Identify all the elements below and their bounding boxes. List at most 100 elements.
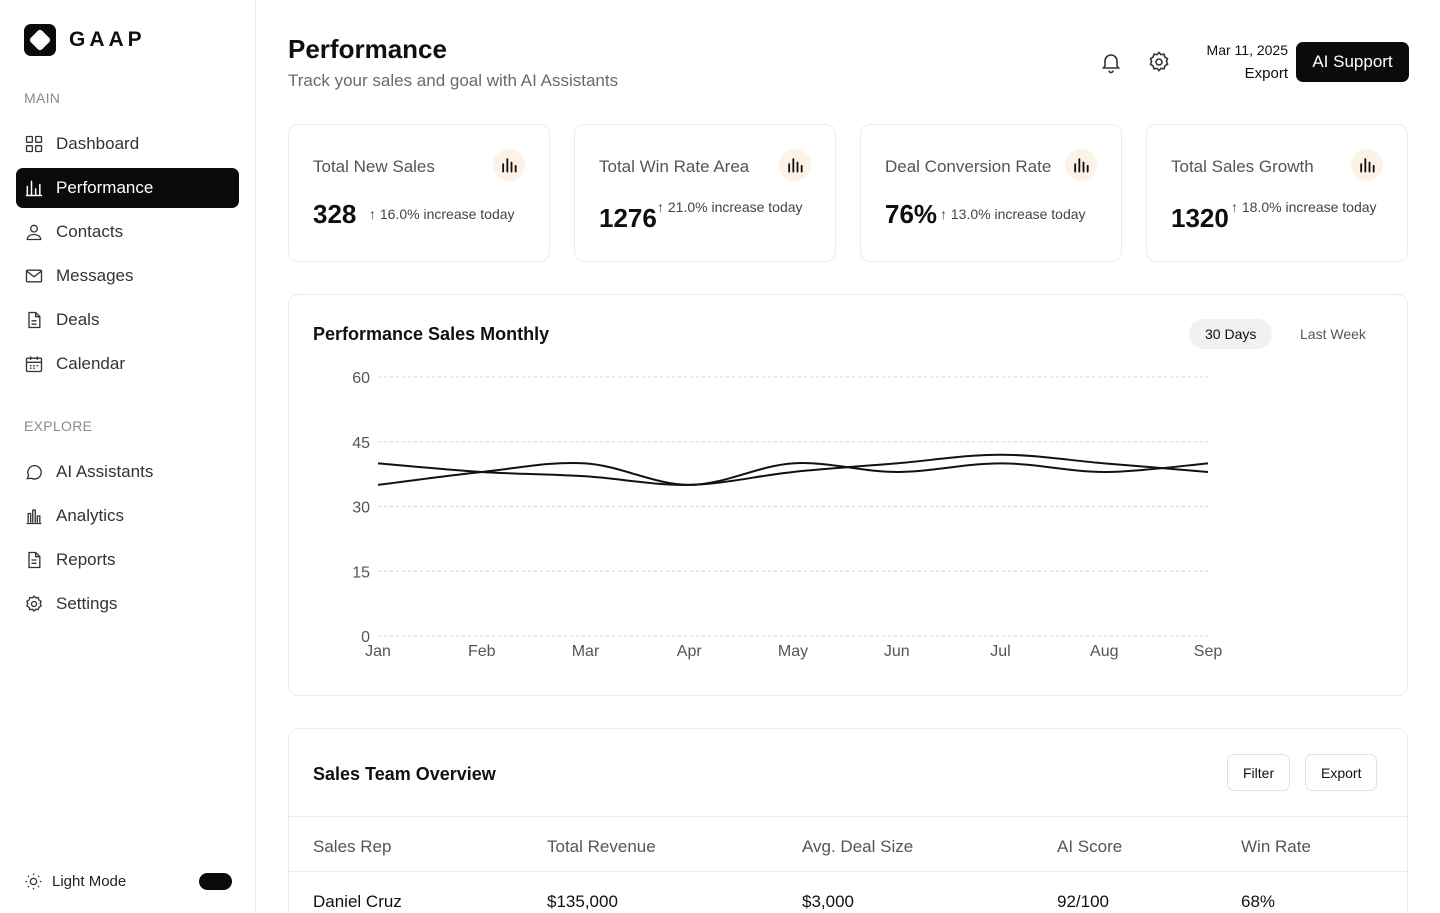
- ai-support-button[interactable]: AI Support: [1296, 42, 1409, 82]
- sun-icon: [25, 873, 42, 890]
- column-header-avg-deal-size[interactable]: Avg. Deal Size: [802, 837, 913, 857]
- sidebar-item-messages[interactable]: Messages: [16, 256, 239, 296]
- report-icon: [28, 551, 41, 569]
- stat-card-delta: ↑ 13.0% increase today: [940, 204, 1086, 224]
- logo[interactable]: GAAP: [24, 24, 146, 56]
- stat-card-delta: ↑ 21.0% increase today: [657, 197, 807, 217]
- logo-text: GAAP: [69, 28, 146, 51]
- table-cell-total-revenue: $135,000: [547, 892, 618, 911]
- theme-switcher: Light Mode: [24, 872, 232, 891]
- gear-icon[interactable]: [1147, 50, 1171, 74]
- table-cell-avg-deal-size: $3,000: [802, 892, 854, 911]
- theme-toggle[interactable]: [199, 873, 232, 890]
- bar-chart-icon: [779, 149, 811, 181]
- sidebar-item-deals[interactable]: Deals: [16, 300, 239, 340]
- x-tick-label: Feb: [468, 643, 496, 660]
- sidebar-item-contacts[interactable]: Contacts: [16, 212, 239, 252]
- stat-card-title: Total Sales Growth: [1171, 157, 1314, 176]
- x-tick-label: Apr: [677, 643, 703, 660]
- logo-mark-icon: [24, 24, 56, 56]
- stat-card-title: Total Win Rate Area: [599, 157, 750, 176]
- bar-chart-icon: [1351, 149, 1383, 181]
- column-header-total-revenue[interactable]: Total Revenue: [547, 837, 656, 857]
- y-tick-label: 30: [352, 500, 370, 517]
- bar-chart-icon: [25, 180, 43, 197]
- main-nav: Dashboard Performance Contacts Messages …: [16, 124, 239, 388]
- column-header-sales-rep[interactable]: Sales Rep: [313, 837, 391, 857]
- sidebar-item-ai-assistants[interactable]: AI Assistants: [16, 452, 239, 492]
- sidebar-item-label: Contacts: [56, 222, 124, 241]
- sidebar-item-reports[interactable]: Reports: [16, 540, 239, 580]
- stat-card-total-win-rate-area: Total Win Rate Area 1276 ↑ 21.0% increas…: [574, 124, 836, 262]
- page-subtitle: Track your sales and goal with AI Assist…: [288, 71, 619, 90]
- document-icon: [28, 311, 41, 329]
- sidebar-item-performance[interactable]: Performance: [16, 168, 239, 208]
- page-title: Performance: [288, 34, 447, 64]
- performance-chart-panel: 0 15 30 45 60 Jan Feb Mar Apr May Jun Jul Aug Sep Per…: [288, 294, 1408, 696]
- header-export-link[interactable]: Export: [1245, 65, 1288, 82]
- sidebar-item-label: Calendar: [56, 354, 125, 373]
- sidebar-item-dashboard[interactable]: Dashboard: [16, 124, 239, 164]
- sidebar-item-label: Messages: [56, 266, 134, 285]
- y-tick-label: 60: [352, 370, 370, 387]
- stat-card-delta-text: 21.0% increase today: [667, 199, 803, 215]
- bell-icon[interactable]: [1099, 50, 1123, 74]
- calendar-icon: [25, 356, 43, 373]
- chat-bubble-icon: [26, 465, 42, 480]
- stat-card-value: 76%: [885, 199, 938, 229]
- stat-card-value: 1276: [599, 203, 657, 233]
- stat-card-deal-conversion-rate: Deal Conversion Rate 76% ↑ 13.0% increas…: [860, 124, 1122, 262]
- stat-card-value: 1320: [1171, 203, 1229, 233]
- stat-card-delta-text: 16.0% increase today: [379, 206, 515, 222]
- grid-icon: [25, 135, 43, 153]
- sidebar-item-calendar[interactable]: Calendar: [16, 344, 239, 384]
- arrow-up-icon: ↑: [369, 206, 380, 222]
- x-tick-label: Jan: [365, 643, 391, 660]
- bar-chart-icon: [493, 149, 525, 181]
- table-cell-win-rate: 68%: [1241, 892, 1276, 911]
- export-button[interactable]: Export: [1305, 754, 1378, 791]
- sidebar-item-label: Analytics: [56, 506, 125, 525]
- sidebar-item-label: AI Assistants: [56, 462, 154, 481]
- mail-icon: [25, 269, 43, 283]
- user-icon: [26, 224, 42, 241]
- table-cell-ai-score: 92/100: [1057, 892, 1109, 911]
- stat-card-title: Total New Sales: [313, 157, 435, 176]
- sidebar-item-settings[interactable]: Settings: [16, 584, 239, 624]
- analytics-icon: [26, 509, 42, 525]
- stat-card-delta-text: 13.0% increase today: [950, 206, 1086, 222]
- x-tick-label: Mar: [572, 643, 600, 660]
- section-label-main: MAIN: [24, 90, 61, 106]
- y-tick-label: 45: [352, 435, 370, 452]
- x-tick-label: Sep: [1194, 643, 1223, 660]
- x-tick-label: May: [778, 643, 808, 660]
- section-label-explore: EXPLORE: [24, 418, 93, 434]
- theme-label: Light Mode: [52, 873, 127, 890]
- x-tick-label: Aug: [1090, 643, 1118, 660]
- range-option-30-days[interactable]: 30 Days: [1189, 319, 1273, 349]
- sidebar-item-label: Reports: [56, 550, 116, 569]
- column-header-win-rate[interactable]: Win Rate: [1241, 837, 1311, 857]
- table-title: Sales Team Overview: [313, 764, 496, 784]
- y-tick-label: 15: [352, 564, 370, 581]
- sidebar: GAAP MAIN Dashboard Performance Contacts…: [0, 0, 256, 913]
- arrow-up-icon: ↑: [657, 199, 668, 215]
- range-option-last-week[interactable]: Last Week: [1284, 319, 1382, 349]
- sidebar-item-analytics[interactable]: Analytics: [16, 496, 239, 536]
- bar-chart-icon: [1065, 149, 1097, 181]
- gear-icon: [26, 595, 42, 613]
- stat-card-total-new-sales: Total New Sales 328 ↑ 16.0% increase tod…: [288, 124, 550, 262]
- stat-card-delta-text: 18.0% increase today: [1241, 199, 1377, 215]
- filter-button[interactable]: Filter: [1227, 754, 1291, 791]
- table-row[interactable]: Daniel Cruz $135,000 $3,000 92/100 68%: [289, 872, 1407, 913]
- stat-card-value: 328: [313, 199, 357, 229]
- arrow-up-icon: ↑: [1231, 199, 1242, 215]
- x-tick-label: Jul: [990, 643, 1010, 660]
- column-header-ai-score[interactable]: AI Score: [1057, 837, 1122, 857]
- sidebar-item-label: Performance: [56, 178, 154, 197]
- stat-card-delta: ↑ 16.0% increase today: [369, 204, 515, 224]
- sales-team-overview-panel: Sales Team Overview Filter Export Sales …: [288, 728, 1408, 913]
- table-cell-sales-rep: Daniel Cruz: [313, 892, 402, 911]
- explore-nav: AI Assistants Analytics Reports Settings: [16, 452, 239, 628]
- header-date: Mar 11, 2025: [1206, 42, 1288, 58]
